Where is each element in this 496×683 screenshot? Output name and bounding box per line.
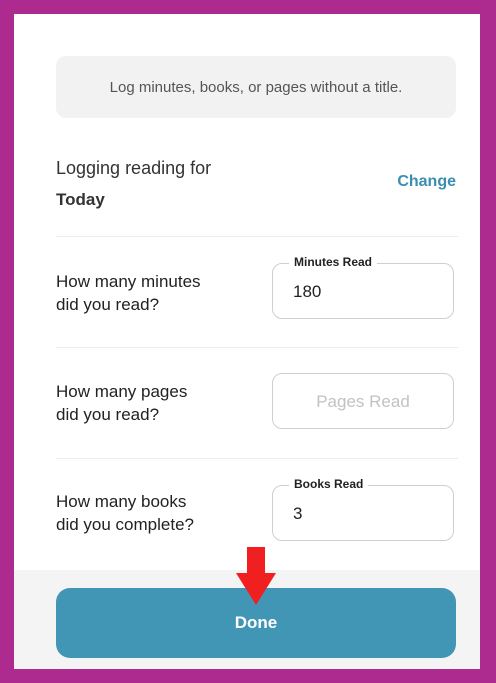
- pages-read-placeholder: Pages Read: [316, 392, 410, 411]
- books-question: How many books did you complete?: [56, 490, 256, 536]
- pages-question-line1: How many pages: [56, 382, 188, 401]
- reading-log-screen: Log minutes, books, or pages without a t…: [14, 14, 480, 669]
- logging-date-value: Today: [56, 190, 105, 209]
- minutes-read-input[interactable]: Minutes Read 180: [272, 255, 454, 319]
- books-read-value: 3: [293, 504, 303, 523]
- books-read-label: Books Read: [289, 477, 369, 491]
- minutes-question-line1: How many minutes: [56, 272, 201, 291]
- info-note-text: Log minutes, books, or pages without a t…: [109, 78, 403, 96]
- divider: [56, 236, 458, 237]
- minutes-read-value: 180: [293, 282, 322, 301]
- red-arrow-down-icon: [236, 547, 276, 605]
- pages-read-input[interactable]: Pages Read: [272, 373, 454, 429]
- pages-question-line2: did you read?: [56, 405, 160, 424]
- info-note: Log minutes, books, or pages without a t…: [56, 56, 456, 118]
- change-date-link[interactable]: Change: [397, 173, 456, 191]
- minutes-question: How many minutes did you read?: [56, 270, 256, 316]
- done-button-label: Done: [234, 613, 278, 632]
- books-question-line1: How many books: [56, 492, 187, 511]
- minutes-read-label: Minutes Read: [289, 255, 378, 269]
- divider: [56, 458, 458, 459]
- divider: [56, 347, 458, 348]
- books-read-input[interactable]: Books Read 3: [272, 477, 454, 541]
- pages-question: How many pages did you read?: [56, 380, 256, 426]
- logging-label: Logging reading for: [56, 158, 212, 178]
- books-question-line2: did you complete?: [56, 515, 194, 534]
- minutes-question-line2: did you read?: [56, 295, 160, 314]
